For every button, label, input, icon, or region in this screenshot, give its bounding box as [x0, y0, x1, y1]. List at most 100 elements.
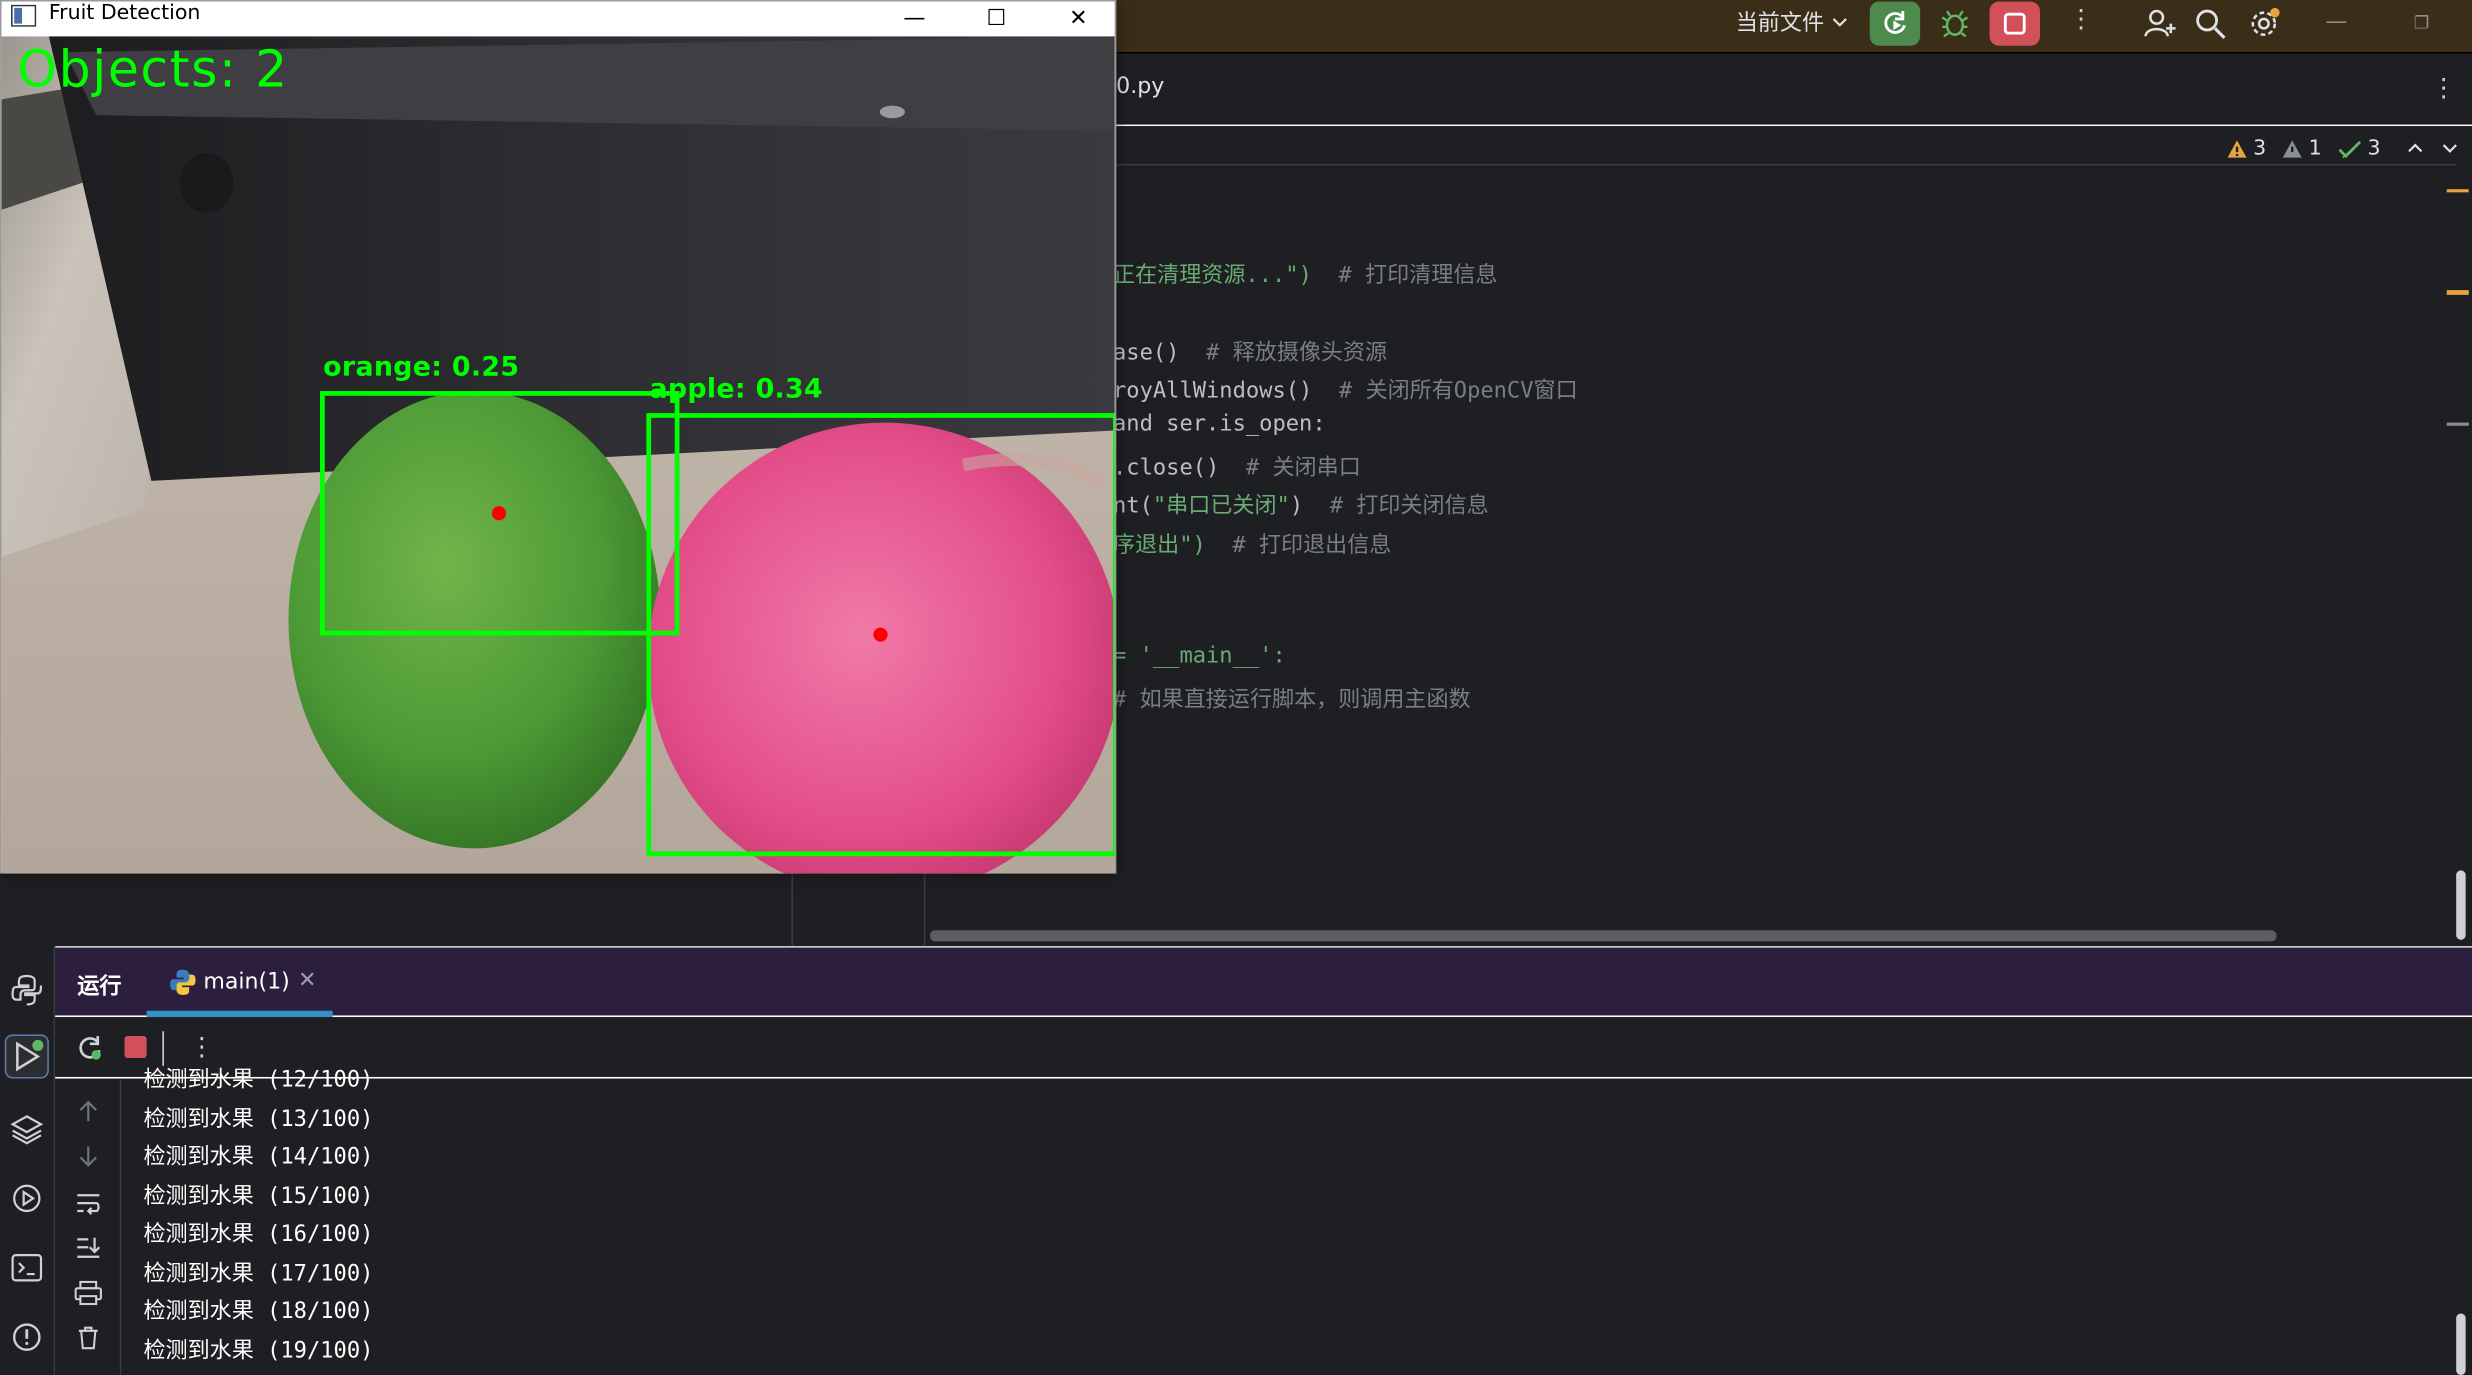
- code-line: 序退出") # 打印退出信息: [1113, 528, 1391, 560]
- code-comment: # 打印退出信息: [1232, 532, 1392, 559]
- maximize-icon[interactable]: ☐: [960, 2, 1033, 37]
- console-line: 检测到水果 (16/100): [143, 1222, 374, 1248]
- chevron-up-icon[interactable]: [2406, 139, 2425, 158]
- editor-tab[interactable]: 0.py: [1116, 74, 1164, 99]
- cv-window-title: Fruit Detection: [48, 1, 201, 26]
- rerun-console-button[interactable]: [74, 1033, 106, 1071]
- code-comment: # 关闭串口: [1245, 455, 1361, 481]
- rerun-icon: [79, 1035, 101, 1060]
- gear-icon: [2251, 7, 2280, 36]
- stop-button[interactable]: [1989, 1, 2040, 46]
- run-toolbar: ⋮: [55, 1018, 2472, 1079]
- run-config-selector[interactable]: 当前文件: [1734, 0, 1851, 44]
- apple-center-dot: [873, 627, 888, 642]
- chevron-down-icon: [1832, 18, 1847, 27]
- console-line: 检测到水果 (19/100): [143, 1337, 374, 1364]
- services-button[interactable]: [5, 1176, 49, 1220]
- stop-icon: [2003, 12, 2026, 35]
- code-line: royAllWindows() # 关闭所有OpenCV窗口: [1113, 374, 1578, 406]
- rerun-button[interactable]: [1869, 1, 1921, 46]
- check-icon: [2338, 140, 2361, 158]
- code-comment: # 打印关闭信息: [1329, 493, 1489, 519]
- console-line: 检测到水果 (17/100): [143, 1260, 374, 1286]
- warning-icon: [2227, 139, 2247, 157]
- more-actions-icon[interactable]: ⋮: [2068, 6, 2093, 31]
- chevron-down-icon[interactable]: [2440, 139, 2459, 158]
- debug-button[interactable]: [1930, 2, 1980, 46]
- scroll-to-end-icon[interactable]: [74, 1235, 102, 1260]
- run-tool-button[interactable]: [4, 1034, 49, 1079]
- code-text: 正在清理资源..."): [1113, 263, 1339, 289]
- vertical-scrollbar[interactable]: [2456, 870, 2466, 940]
- code-text: royAllWindows(): [1113, 378, 1339, 404]
- code-line: nt("串口已关闭") # 打印关闭信息: [1113, 489, 1489, 521]
- orange-detection-label: orange: 0.25: [323, 351, 520, 384]
- tab-more-icon[interactable]: ⋮: [2431, 75, 2456, 101]
- terminal-icon: [11, 1254, 43, 1282]
- horizontal-scrollbar[interactable]: [930, 930, 2277, 942]
- active-tab-indicator: [146, 1010, 333, 1018]
- minimize-icon[interactable]: —: [2321, 0, 2353, 44]
- typo-count: 3: [2338, 136, 2381, 160]
- settings-button[interactable]: [2239, 2, 2289, 46]
- problems-button[interactable]: [5, 1315, 49, 1359]
- fruit-detection-window[interactable]: Fruit Detection — ☐ ✕ Objects: 2 orange:…: [0, 0, 1117, 874]
- code-line: .close() # 关闭串口: [1113, 451, 1361, 483]
- code-comment: # 释放摄像头资源: [1206, 340, 1388, 366]
- restore-icon[interactable]: ❐: [2406, 0, 2438, 44]
- orange-center-dot: [491, 506, 507, 521]
- console-gutter: [55, 1080, 122, 1375]
- scroll-down-icon[interactable]: [77, 1143, 99, 1168]
- toolbar-separator: [162, 1031, 164, 1066]
- code-text: 序退出"): [1113, 532, 1233, 559]
- code-line: ase() # 释放摄像头资源: [1113, 336, 1387, 368]
- scroll-up-icon[interactable]: [77, 1099, 99, 1124]
- code-comment: # 关闭所有OpenCV窗口: [1338, 378, 1578, 404]
- run-more-icon[interactable]: ⋮: [189, 1034, 214, 1059]
- rerun-icon: [1884, 11, 1906, 34]
- minimize-icon[interactable]: —: [878, 2, 951, 37]
- inspection-widget[interactable]: 3 1 3: [2226, 132, 2459, 164]
- run-panel-header: 运行 main(1) ✕: [55, 946, 2472, 1018]
- terminal-button[interactable]: [5, 1246, 49, 1290]
- run-tab-main[interactable]: main(1) ✕: [146, 948, 333, 1018]
- layers-button[interactable]: [5, 1107, 49, 1151]
- bug-icon: [1941, 10, 1969, 38]
- soft-wrap-icon[interactable]: [74, 1190, 102, 1215]
- console-line: 检测到水果 (13/100): [143, 1106, 374, 1132]
- weak-warning-stripe[interactable]: [2446, 422, 2469, 426]
- run-icon: [16, 1039, 44, 1072]
- warning-stripe[interactable]: [2446, 290, 2469, 295]
- run-console[interactable]: 检测到水果 (12/100) 检测到水果 (13/100) 检测到水果 (14/10…: [55, 1067, 2472, 1375]
- trash-icon[interactable]: [76, 1325, 101, 1350]
- python-file-icon: [170, 969, 196, 995]
- add-user-button[interactable]: [2135, 2, 2185, 46]
- code-line: 正在清理资源...") # 打印清理信息: [1113, 259, 1497, 291]
- code-text: ase(): [1113, 340, 1207, 366]
- app-icon: [11, 4, 37, 27]
- console-scrollbar[interactable]: [2456, 1313, 2466, 1375]
- tool-window-strip: [0, 946, 56, 1375]
- close-icon[interactable]: ✕: [1042, 2, 1115, 37]
- add-user-icon: [2144, 9, 2176, 37]
- code-comment: # 如果直接运行脚本，则调用主函数: [1113, 687, 1471, 713]
- warning-stripe[interactable]: [2446, 189, 2469, 193]
- code-line: # 如果直接运行脚本，则调用主函数: [1113, 683, 1471, 715]
- print-icon[interactable]: [74, 1280, 102, 1306]
- close-icon[interactable]: ✕: [298, 968, 316, 993]
- code-comment: # 打印清理信息: [1338, 263, 1498, 289]
- python-icon: [11, 974, 43, 1006]
- weak-warning-icon: [2283, 139, 2303, 157]
- search-button[interactable]: [2185, 2, 2235, 46]
- python-console-button[interactable]: [5, 968, 49, 1012]
- weak-warning-count: 1: [2282, 136, 2322, 160]
- console-line: 检测到水果 (12/100): [143, 1067, 374, 1093]
- problems-icon: [13, 1323, 41, 1351]
- code-text: nt("串口已关闭"): [1113, 493, 1330, 519]
- console-line: 检测到水果 (18/100): [143, 1299, 374, 1325]
- code-text: .close(): [1113, 455, 1246, 481]
- stop-console-button[interactable]: [124, 1035, 147, 1059]
- object-count-label: Objects: 2: [17, 39, 289, 100]
- services-icon: [13, 1184, 41, 1213]
- cv-window-title-bar[interactable]: Fruit Detection — ☐ ✕: [1, 1, 1115, 37]
